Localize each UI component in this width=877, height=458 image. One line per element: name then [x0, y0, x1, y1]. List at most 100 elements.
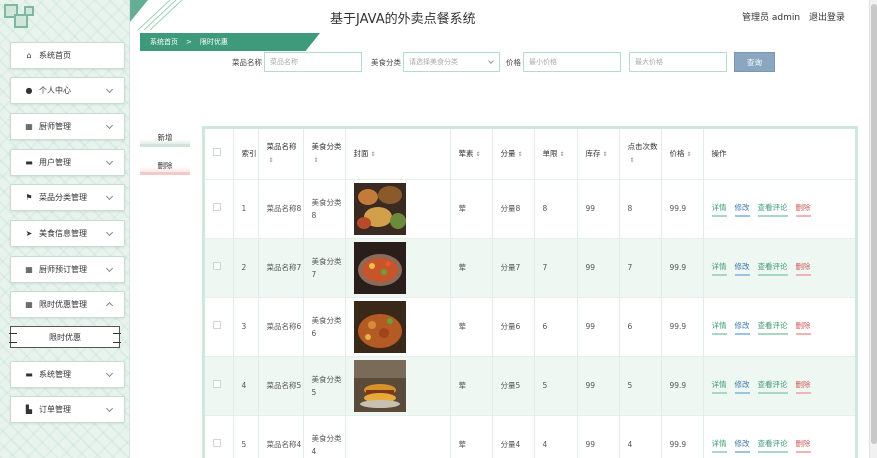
header-clicks[interactable]: 点击次数⇕	[619, 129, 662, 179]
view-reviews-link[interactable]: 查看评论	[757, 319, 788, 335]
view-reviews-link[interactable]: 查看评论	[757, 378, 788, 394]
monitor-icon: ▬	[25, 370, 33, 379]
edit-link[interactable]: 修改	[734, 201, 750, 217]
header-limit[interactable]: 单限 ⇕	[534, 129, 578, 179]
cell-clicks: 4	[619, 415, 662, 458]
delete-button[interactable]: 删除	[140, 159, 190, 175]
sort-icon: ⇕	[686, 150, 692, 158]
cell-ops: 详情 修改 查看评论 删除	[703, 179, 855, 238]
delete-link[interactable]: 删除	[795, 260, 811, 276]
grid-icon: ▦	[25, 122, 33, 131]
cell-taste: 荤	[450, 356, 493, 415]
select-all-checkbox[interactable]	[213, 148, 221, 157]
cell-name: 菜品名称6	[258, 297, 304, 356]
cell-name: 菜品名称4	[258, 415, 304, 458]
detail-link[interactable]: 详情	[711, 378, 727, 394]
sidebar-item-label: 菜品分类管理	[39, 193, 87, 202]
cell-cover	[345, 415, 451, 458]
vertical-scrollbar[interactable]	[869, 0, 877, 458]
logout-link[interactable]: 退出登录	[809, 13, 845, 23]
send-icon: ➤	[25, 229, 33, 238]
sidebar-item-personal-center[interactable]: ● 个人中心	[10, 77, 125, 104]
sort-icon: ⇕	[268, 157, 274, 165]
app-title: 基于JAVA的外卖点餐系统	[330, 12, 476, 27]
breadcrumb-home[interactable]: 系统首页	[150, 37, 178, 47]
edit-link[interactable]: 修改	[734, 260, 750, 276]
view-reviews-link[interactable]: 查看评论	[757, 201, 788, 217]
header-name[interactable]: 菜品名称⇕	[258, 129, 304, 179]
detail-link[interactable]: 详情	[711, 437, 727, 453]
view-reviews-link[interactable]: 查看评论	[757, 437, 788, 453]
add-button[interactable]: 新增	[140, 131, 190, 147]
search-button[interactable]: 查询	[734, 52, 775, 72]
header-portion[interactable]: 分量 ⇕	[492, 129, 535, 179]
delete-link[interactable]: 删除	[795, 201, 811, 217]
app-root: ⌂ 系统首页 ● 个人中心 ▦ 厨师管理 ▬ 用户管理 ⚑ 菜品分类管理 ➤ 美…	[0, 0, 877, 458]
max-price-input[interactable]: 最大价格	[629, 52, 727, 72]
sidebar-subitem-flash-sale[interactable]: 限时优惠	[9, 326, 121, 348]
row-select-cell	[205, 356, 234, 415]
header-cover[interactable]: 封面 ⇕	[345, 129, 451, 179]
header-stock[interactable]: 库存 ⇕	[577, 129, 620, 179]
delete-link[interactable]: 删除	[795, 378, 811, 394]
grid-icon: ▦	[25, 265, 33, 274]
row-select-cell	[205, 238, 234, 297]
cell-cover	[345, 238, 451, 297]
sidebar: ⌂ 系统首页 ● 个人中心 ▦ 厨师管理 ▬ 用户管理 ⚑ 菜品分类管理 ➤ 美…	[0, 0, 130, 458]
sort-icon: ⇕	[475, 150, 481, 158]
dish-name-input[interactable]: 菜品名称	[264, 52, 362, 72]
sidebar-item-chef-management[interactable]: ▦ 厨师管理	[10, 113, 125, 140]
sidebar-item-system-management[interactable]: ▬ 系统管理	[10, 361, 125, 388]
sidebar-item-chef-booking[interactable]: ▦ 厨师预订管理	[10, 256, 125, 283]
row-checkbox[interactable]	[213, 380, 221, 388]
edit-link[interactable]: 修改	[734, 319, 750, 335]
cover-image	[353, 300, 406, 353]
table-row[interactable]: 3 菜品名称6 美食分类6 荤分量6 6 99 6 99.9 详情 修改 查看评论 删除	[205, 297, 855, 356]
detail-link[interactable]: 详情	[711, 260, 727, 276]
sidebar-item-label: 订单管理	[39, 405, 71, 414]
cell-stock: 99	[577, 297, 620, 356]
row-checkbox[interactable]	[213, 321, 221, 329]
detail-link[interactable]: 详情	[711, 319, 727, 335]
cell-price: 99.9	[661, 356, 704, 415]
view-reviews-link[interactable]: 查看评论	[757, 260, 788, 276]
chevron-down-icon	[105, 121, 114, 130]
sidebar-item-dish-category[interactable]: ⚑ 菜品分类管理	[10, 184, 125, 211]
price-label: 价格	[506, 58, 521, 67]
header-index: 索引	[233, 129, 259, 179]
header-taste[interactable]: 荤素 ⇕	[450, 129, 493, 179]
delete-link[interactable]: 删除	[795, 319, 811, 335]
food-category-label: 美食分类	[371, 58, 401, 67]
sidebar-item-flash-sale-management[interactable]: ▦ 限时优惠管理	[10, 291, 125, 318]
food-category-select[interactable]: 请选择美食分类	[403, 52, 500, 72]
edit-link[interactable]: 修改	[734, 378, 750, 394]
sidebar-item-home[interactable]: ⌂ 系统首页	[10, 42, 125, 69]
table-row[interactable]: 2 菜品名称7 美食分类7 荤分量7 7 99 7 99.9 详情 修改 查看评论 删除	[205, 238, 855, 297]
sidebar-subitem-label: 限时优惠	[49, 332, 81, 342]
scrollbar-thumb[interactable]	[871, 4, 877, 444]
cell-name: 菜品名称7	[258, 238, 304, 297]
header-price[interactable]: 价格 ⇕	[661, 129, 704, 179]
cell-limit: 5	[534, 356, 578, 415]
chevron-down-icon	[105, 228, 114, 237]
sidebar-item-food-info[interactable]: ➤ 美食信息管理	[10, 220, 125, 247]
header-category[interactable]: 美食分类⇕	[303, 129, 346, 179]
sidebar-item-order-management[interactable]: ▙ 订单管理	[10, 396, 125, 423]
flag-icon: ⚑	[25, 193, 33, 202]
sort-icon: ⇕	[370, 150, 376, 158]
edit-link[interactable]: 修改	[734, 437, 750, 453]
table-row[interactable]: 4 菜品名称5 美食分类5 荤分量5 5 99 5 99.9 详情 修改 查看评论 删除	[205, 356, 855, 415]
min-price-input[interactable]: 最小价格	[523, 52, 621, 72]
sidebar-item-user-management[interactable]: ▬ 用户管理	[10, 149, 125, 176]
cell-name: 菜品名称8	[258, 179, 304, 238]
table-row[interactable]: 1 菜品名称8 美食分类8 荤分量8 8 99 8 99.9 详情 修改 查看评论 删除	[205, 179, 855, 238]
cell-stock: 99	[577, 179, 620, 238]
table-row[interactable]: 5 菜品名称4 美食分类4 荤分量4 4 99 4 99.9 详情 修改 查看评论 删除	[205, 415, 855, 458]
delete-link[interactable]: 删除	[795, 437, 811, 453]
detail-link[interactable]: 详情	[711, 201, 727, 217]
row-checkbox[interactable]	[213, 262, 221, 270]
row-checkbox[interactable]	[213, 439, 221, 448]
sort-icon: ⇕	[629, 157, 635, 165]
row-checkbox[interactable]	[213, 203, 221, 211]
grid-icon: ▦	[25, 300, 33, 309]
